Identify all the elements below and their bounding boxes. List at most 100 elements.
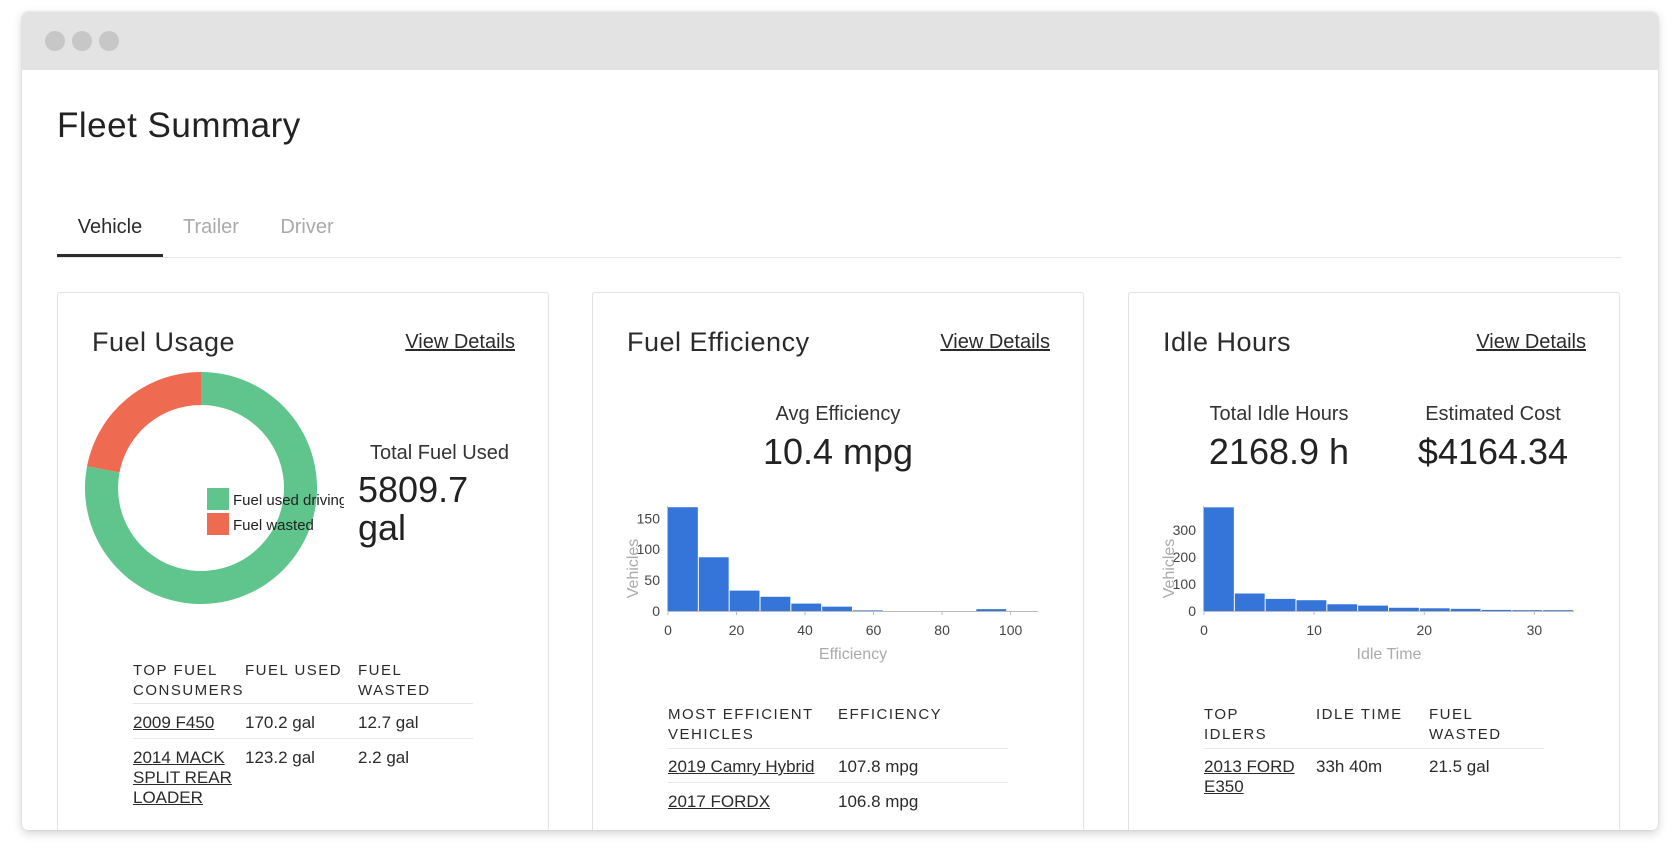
window-titlebar bbox=[22, 12, 1658, 70]
page-content: Fleet Summary Vehicle Trailer Driver Fue… bbox=[22, 70, 1658, 830]
idle-time-value: 33h 40m bbox=[1316, 757, 1383, 776]
column-header-fuel-used: FUEL USED bbox=[245, 662, 343, 679]
legend-label-fuel-used-driving: Fuel used driving bbox=[233, 492, 344, 509]
column-header-idle-time: IDLE TIME bbox=[1316, 706, 1403, 723]
efficiency-value: 107.8 mpg bbox=[838, 757, 919, 776]
estimated-cost-label: Estimated Cost bbox=[1425, 403, 1561, 425]
fuel-used-value: 170.2 gal bbox=[245, 713, 315, 732]
efficiency-histogram-y-tick-label: 150 bbox=[637, 510, 661, 526]
efficiency-histogram-y-tick-label: 50 bbox=[644, 572, 660, 588]
idle-histogram-y-tick-label: 300 bbox=[1173, 522, 1197, 538]
tab-driver[interactable]: Driver bbox=[259, 198, 355, 257]
page-title: Fleet Summary bbox=[57, 106, 301, 145]
browser-window: Fleet Summary Vehicle Trailer Driver Fue… bbox=[22, 12, 1658, 830]
card-title: Idle Hours bbox=[1163, 327, 1292, 357]
efficiency-histogram-x-tick-label: 80 bbox=[934, 622, 950, 638]
vehicle-link[interactable]: 2019 Camry Hybrid bbox=[668, 757, 814, 777]
idle-histogram-bar bbox=[1327, 604, 1358, 611]
efficiency-histogram-bar bbox=[853, 610, 883, 611]
efficiency-histogram: 0 20 40 60 80 100050100150EfficiencyVehicles bbox=[625, 506, 1038, 663]
idle-histogram-x-tick-label: 20 bbox=[1416, 622, 1432, 638]
avg-efficiency-value: 10.4 mpg bbox=[762, 431, 914, 472]
efficiency-histogram-bar bbox=[760, 596, 791, 611]
column-header-fuel-wasted: FUEL WASTED bbox=[1429, 706, 1502, 743]
vehicle-link[interactable]: 2013 FORD E350 bbox=[1204, 757, 1304, 797]
vehicle-link[interactable]: 2014 MACK SPLIT REAR LOADER bbox=[133, 748, 233, 808]
minimize-window-dot[interactable] bbox=[72, 31, 92, 51]
fuel-efficiency-card: Fuel Efficiency View Details Avg Efficie… bbox=[592, 292, 1084, 830]
total-fuel-used-label: Total Fuel Used bbox=[370, 442, 509, 464]
efficiency-histogram-x-tick-label: 100 bbox=[999, 622, 1023, 638]
table-divider bbox=[668, 748, 1008, 749]
maximize-window-dot[interactable] bbox=[99, 31, 119, 51]
idle-histogram-x-tick-label: 10 bbox=[1306, 622, 1322, 638]
column-header-top-idlers: TOP IDLERS bbox=[1204, 706, 1268, 743]
fuel-wasted-value: 2.2 gal bbox=[358, 748, 410, 767]
tab-vehicle[interactable]: Vehicle bbox=[57, 198, 163, 257]
idle-histogram-bar bbox=[1450, 608, 1481, 611]
idle-histogram-bar bbox=[1296, 600, 1327, 611]
efficiency-histogram-x-tick-label: 40 bbox=[797, 622, 813, 638]
idle-hours-view-details-link[interactable]: View Details bbox=[1476, 331, 1586, 354]
fuel-wasted-value: 21.5 gal bbox=[1429, 757, 1490, 776]
efficiency-histogram-y-tick-label: 0 bbox=[652, 603, 660, 619]
efficiency-histogram-x-tick-label: 0 bbox=[664, 622, 672, 638]
estimated-cost-value: $4164.34 bbox=[1417, 431, 1569, 472]
table-divider bbox=[133, 738, 473, 739]
table-divider bbox=[1204, 748, 1544, 749]
fuel-usage-donut-chart: Fuel used driving Fuel wasted bbox=[85, 372, 344, 604]
idle-histogram-bar bbox=[1265, 598, 1296, 611]
efficiency-histogram-bar bbox=[976, 609, 1007, 611]
idle-histogram-bar bbox=[1419, 608, 1450, 611]
efficiency-value: 106.8 mpg bbox=[838, 792, 919, 811]
fuel-wasted-value: 12.7 gal bbox=[358, 713, 419, 732]
legend-swatch-fuel-used-driving bbox=[207, 488, 229, 510]
vehicle-link[interactable]: 2017 FORDX bbox=[668, 792, 770, 812]
table-divider bbox=[133, 703, 473, 704]
fuel-efficiency-view-details-link[interactable]: View Details bbox=[940, 331, 1050, 354]
close-window-dot[interactable] bbox=[45, 31, 65, 51]
avg-efficiency-label: Avg Efficiency bbox=[775, 403, 901, 425]
vehicle-link[interactable]: 2009 F450 bbox=[133, 713, 214, 733]
idle-histogram-x-axis-label: Idle Time bbox=[1357, 646, 1422, 663]
table-divider bbox=[668, 782, 1008, 783]
card-title: Fuel Efficiency bbox=[627, 327, 810, 357]
fuel-usage-card: Fuel Usage View Details Fuel used drivin… bbox=[57, 292, 549, 830]
card-title: Fuel Usage bbox=[92, 327, 236, 357]
donut-slice-fuel-wasted bbox=[87, 372, 201, 473]
idle-time-histogram: 0 10 20 300100200300Idle TimeVehicles bbox=[1161, 506, 1574, 663]
idle-histogram-y-tick-label: 0 bbox=[1188, 603, 1196, 619]
total-idle-hours-label: Total Idle Hours bbox=[1209, 403, 1349, 425]
column-header-top-fuel-consumers: TOP FUEL CONSUMERS bbox=[133, 662, 245, 699]
efficiency-histogram-bar bbox=[668, 507, 698, 611]
idle-histogram-bar bbox=[1204, 507, 1234, 611]
total-idle-hours-value: 2168.9 h bbox=[1208, 431, 1350, 472]
column-header-fuel-wasted: FUEL WASTED bbox=[358, 662, 431, 699]
fuel-used-value: 123.2 gal bbox=[245, 748, 315, 767]
legend-label-fuel-wasted: Fuel wasted bbox=[233, 517, 314, 534]
efficiency-histogram-bar bbox=[822, 606, 852, 611]
idle-histogram-y-axis-label: Vehicles bbox=[1161, 539, 1178, 599]
idle-histogram-x-tick-label: 0 bbox=[1200, 622, 1208, 638]
idle-histogram-bar bbox=[1358, 605, 1388, 611]
idle-hours-card: Idle Hours View Details Total Idle Hours… bbox=[1128, 292, 1620, 830]
efficiency-histogram-x-axis-label: Efficiency bbox=[819, 646, 887, 663]
efficiency-histogram-x-tick-label: 20 bbox=[729, 622, 745, 638]
total-fuel-used-unit: gal bbox=[358, 507, 407, 548]
idle-histogram-x-tick-label: 30 bbox=[1527, 622, 1543, 638]
tab-trailer[interactable]: Trailer bbox=[163, 198, 259, 257]
efficiency-histogram-bar bbox=[791, 603, 822, 611]
fuel-usage-view-details-link[interactable]: View Details bbox=[405, 331, 515, 354]
efficiency-histogram-y-axis-label: Vehicles bbox=[625, 539, 642, 599]
total-fuel-used-number: 5809.7 bbox=[358, 469, 469, 510]
legend-swatch-fuel-wasted bbox=[207, 513, 229, 535]
idle-histogram-bar bbox=[1389, 607, 1419, 611]
idle-histogram-bar bbox=[1543, 610, 1573, 611]
idle-histogram-bar bbox=[1234, 593, 1265, 611]
idle-histogram-bar bbox=[1512, 610, 1543, 611]
total-fuel-used-value: 5809.7 gal bbox=[358, 471, 468, 547]
column-header-most-efficient-vehicles: MOST EFFICIENT VEHICLES bbox=[668, 706, 814, 743]
tab-bar: Vehicle Trailer Driver bbox=[57, 198, 1622, 258]
idle-histogram-bar bbox=[1481, 609, 1512, 611]
efficiency-histogram-bar bbox=[729, 590, 760, 611]
